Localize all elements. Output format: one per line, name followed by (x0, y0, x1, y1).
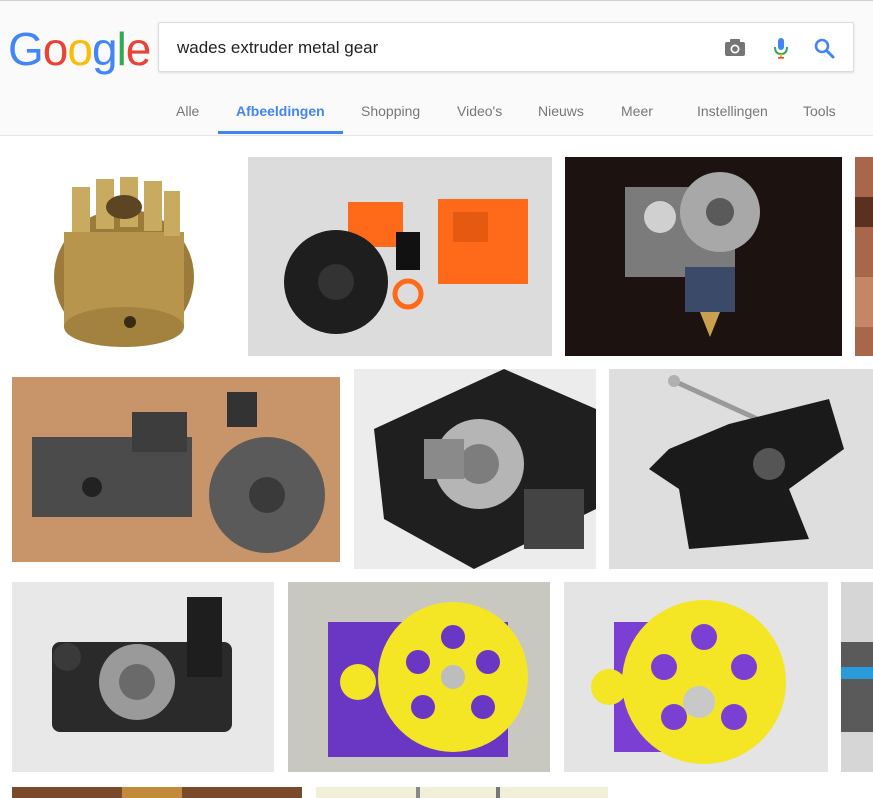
tab-nieuws[interactable]: Nieuws (538, 91, 584, 134)
microphone-icon[interactable] (767, 34, 795, 62)
image-result[interactable] (354, 369, 596, 569)
image-result[interactable] (316, 787, 608, 798)
image-result[interactable] (609, 369, 873, 569)
image-result[interactable] (248, 157, 552, 356)
search-input[interactable] (177, 36, 697, 60)
camera-icon[interactable] (721, 34, 749, 62)
tab-videos[interactable]: Video's (457, 91, 502, 134)
image-result[interactable] (288, 582, 550, 772)
logo-letter: l (116, 23, 127, 75)
tab-tools[interactable]: Tools (803, 91, 836, 134)
image-result[interactable] (12, 787, 302, 798)
image-result[interactable] (12, 157, 236, 356)
image-result[interactable] (841, 582, 873, 772)
tab-instellingen[interactable]: Instellingen (697, 91, 768, 134)
image-result[interactable] (565, 157, 842, 356)
image-result[interactable] (12, 377, 340, 562)
logo-letter: e (125, 23, 152, 75)
logo-letter: o (42, 23, 69, 75)
tab-shopping[interactable]: Shopping (361, 91, 420, 134)
image-result[interactable] (855, 157, 873, 356)
search-tabs: Alle Afbeeldingen Shopping Video's Nieuw… (0, 91, 873, 136)
google-image-results-page: Google wades extruder metal gear Alle Af… (0, 0, 873, 798)
search-box (158, 22, 854, 72)
tab-afbeeldingen[interactable]: Afbeeldingen (218, 91, 343, 134)
header-bar: Google wades extruder metal gear Alle Af… (0, 0, 873, 136)
image-results-grid (0, 137, 873, 798)
search-icon[interactable] (810, 34, 838, 62)
tab-alle[interactable]: Alle (176, 91, 199, 134)
google-logo[interactable]: Google (8, 21, 152, 77)
image-result[interactable] (12, 582, 274, 772)
logo-letter: o (67, 23, 93, 75)
logo-letter: g (91, 23, 118, 75)
logo-letter: G (8, 23, 44, 75)
tab-meer[interactable]: Meer (621, 91, 653, 134)
image-result[interactable] (564, 582, 828, 772)
